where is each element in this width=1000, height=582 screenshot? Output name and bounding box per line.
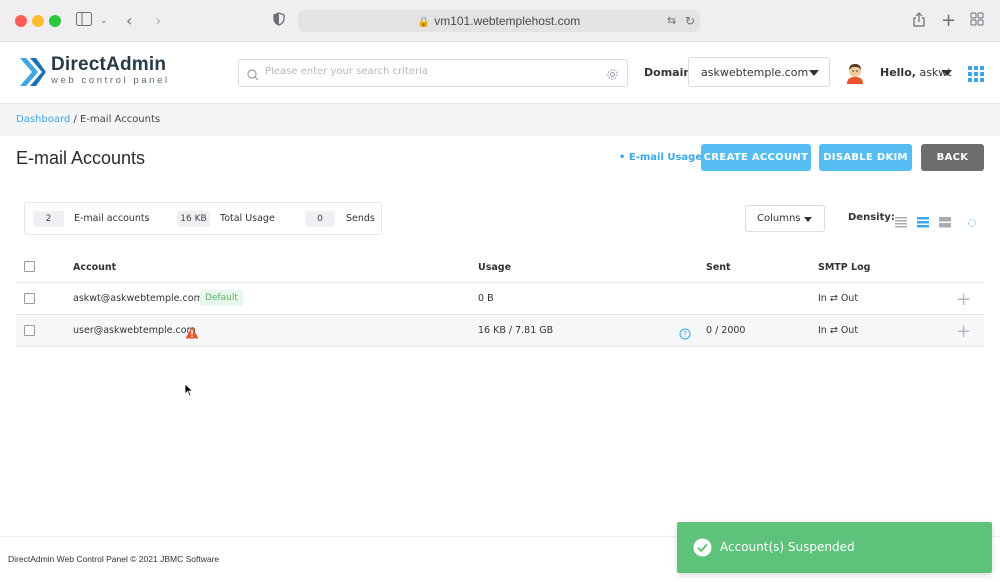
- breadcrumb: Dashboard / E-mail Accounts: [16, 114, 160, 125]
- search-input[interactable]: Please enter your search criteria: [238, 59, 628, 87]
- check-circle-icon: [693, 538, 712, 557]
- app-header: DirectAdmin web control panel Please ent…: [0, 42, 1000, 104]
- translate-icon[interactable]: ⇆: [667, 12, 676, 30]
- usage-value: 16 KB: [177, 211, 210, 227]
- usage-label: Total Usage: [220, 213, 275, 224]
- url-text: vm101.webtemplehost.com: [434, 14, 581, 28]
- account-usage: 0 B: [478, 293, 494, 304]
- tab-overview-icon[interactable]: [970, 12, 984, 30]
- caret-down-icon: [804, 217, 812, 222]
- user-greeting[interactable]: Hello, askwt: [880, 66, 952, 79]
- account-usage: 16 KB / 7.81 GB: [478, 325, 554, 336]
- domain-value: askwebtemple.com: [701, 66, 809, 79]
- accounts-count: 2: [33, 211, 64, 227]
- create-account-button[interactable]: CREATE ACCOUNT: [701, 144, 811, 171]
- success-toast[interactable]: Account(s) Suspended: [677, 522, 992, 573]
- toast-message: Account(s) Suspended: [720, 540, 855, 554]
- page-title: E-mail Accounts: [16, 148, 146, 168]
- density-compact-icon[interactable]: [895, 213, 907, 228]
- breadcrumb-current: E-mail Accounts: [80, 114, 161, 125]
- hello-prefix: Hello,: [880, 66, 916, 79]
- columns-dropdown[interactable]: Columns: [745, 205, 825, 232]
- user-menu-caret-icon[interactable]: [942, 70, 952, 76]
- minimize-window-button[interactable]: [32, 15, 44, 27]
- svg-text:?: ?: [683, 330, 687, 339]
- back-button[interactable]: BACK: [921, 144, 984, 171]
- density-label: Density:: [848, 212, 895, 223]
- domain-label: Domain: [644, 66, 692, 79]
- forward-arrow-icon[interactable]: ›: [155, 12, 161, 30]
- browser-toolbar: ⌄ ‹ › 🔒 vm101.webtemplehost.com ⇆ ↻ +: [0, 0, 1000, 42]
- chevron-down-icon[interactable]: ⌄: [100, 12, 108, 30]
- select-all-checkbox[interactable]: [24, 261, 35, 272]
- maximize-window-button[interactable]: [49, 15, 61, 27]
- apps-grid-icon[interactable]: [968, 66, 984, 82]
- url-bar[interactable]: 🔒 vm101.webtemplehost.com: [298, 10, 700, 32]
- accounts-label: E-mail accounts: [74, 213, 150, 224]
- default-badge: Default: [200, 290, 243, 306]
- lock-icon: 🔒: [417, 17, 431, 28]
- expand-plus-icon[interactable]: +: [956, 321, 971, 342]
- breadcrumb-separator: /: [70, 114, 80, 125]
- search-icon: [247, 66, 259, 85]
- table-header: Account Usage Sent SMTP Log: [16, 252, 984, 283]
- account-email[interactable]: askwt@askwebtemple.com: [73, 293, 203, 304]
- disable-dkim-button[interactable]: DISABLE DKIM: [819, 144, 912, 171]
- share-icon[interactable]: [913, 12, 925, 30]
- footer-copyright: DirectAdmin Web Control Panel © 2021 JBM…: [8, 554, 220, 564]
- sends-label: Sends: [346, 213, 375, 224]
- avatar[interactable]: [845, 62, 865, 84]
- table-row[interactable]: askwt@askwebtemple.com Default 0 B In ⇄ …: [16, 283, 984, 315]
- density-normal-icon[interactable]: [917, 213, 929, 228]
- header-account[interactable]: Account: [73, 262, 116, 273]
- help-icon[interactable]: ?: [679, 325, 691, 340]
- sidebar-toggle-icon[interactable]: [76, 12, 92, 30]
- gear-icon[interactable]: [606, 66, 619, 85]
- breadcrumb-dashboard-link[interactable]: Dashboard: [16, 114, 70, 125]
- smtp-log-link[interactable]: In ⇄ Out: [818, 325, 858, 336]
- caret-down-icon: [809, 70, 819, 76]
- account-sent: 0 / 2000: [706, 325, 746, 336]
- shield-icon[interactable]: [273, 12, 285, 30]
- logo-title: DirectAdmin: [51, 54, 167, 75]
- logo-subtitle: web control panel: [51, 75, 170, 86]
- breadcrumb-bar: Dashboard / E-mail Accounts: [0, 104, 1000, 136]
- smtp-log-link[interactable]: In ⇄ Out: [818, 293, 858, 304]
- header-usage[interactable]: Usage: [478, 262, 511, 273]
- search-placeholder: Please enter your search criteria: [265, 66, 429, 77]
- expand-plus-icon[interactable]: +: [956, 289, 971, 310]
- table-row[interactable]: user@askwebtemple.com 16 KB / 7.81 GB ? …: [16, 315, 984, 347]
- density-comfortable-icon[interactable]: [939, 213, 951, 228]
- refresh-icon[interactable]: [967, 213, 977, 232]
- back-arrow-icon[interactable]: ‹: [126, 12, 132, 30]
- logo-text: DirectAdmin web control panel: [51, 54, 170, 86]
- new-tab-icon[interactable]: +: [941, 12, 956, 30]
- reload-icon[interactable]: ↻: [685, 12, 695, 30]
- account-email[interactable]: user@askwebtemple.com: [73, 325, 196, 336]
- sends-count: 0: [305, 211, 335, 227]
- header-sent[interactable]: Sent: [706, 262, 731, 273]
- row-checkbox[interactable]: [24, 293, 35, 304]
- columns-label: Columns: [757, 213, 801, 224]
- header-smtp-log[interactable]: SMTP Log: [818, 262, 870, 273]
- close-window-button[interactable]: [15, 15, 27, 27]
- row-checkbox[interactable]: [24, 325, 35, 336]
- domain-select[interactable]: askwebtemple.com: [688, 57, 830, 87]
- mouse-cursor-icon: [184, 382, 194, 401]
- directadmin-logo-icon[interactable]: [16, 56, 48, 88]
- warning-icon[interactable]: [185, 324, 199, 339]
- email-usage-link[interactable]: • E-mail Usage: [619, 152, 702, 163]
- stats-summary: 2 E-mail accounts 16 KB Total Usage 0 Se…: [24, 202, 382, 235]
